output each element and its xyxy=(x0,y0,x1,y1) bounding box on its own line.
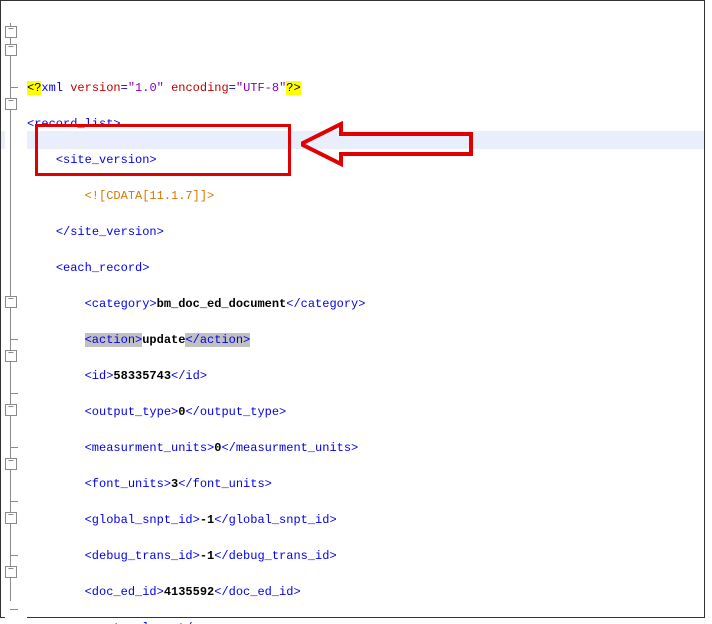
code-editor-frame: <?xml version="1.0" encoding="UTF-8"?> <… xyxy=(0,0,705,618)
fold-icon[interactable] xyxy=(5,566,17,578)
fold-icon[interactable] xyxy=(5,98,17,110)
code-line[interactable]: <font_units>3</font_units> xyxy=(27,475,700,493)
code-line[interactable]: <category>bm_doc_ed_document</category> xyxy=(27,295,700,313)
code-line[interactable]: <id>58335743</id> xyxy=(27,367,700,385)
code-line[interactable]: <output_type>0</output_type> xyxy=(27,403,700,421)
fold-gutter xyxy=(5,5,27,624)
fold-icon[interactable] xyxy=(5,350,17,362)
fold-icon[interactable] xyxy=(5,404,17,416)
code-line[interactable]: <doc_ed_id>4135592</doc_ed_id> xyxy=(27,583,700,601)
fold-icon[interactable] xyxy=(5,26,17,38)
fold-icon[interactable] xyxy=(5,512,17,524)
code-line[interactable]: <debug_trans_id>-1</debug_trans_id> xyxy=(27,547,700,565)
code-line[interactable]: <site_version> xyxy=(27,151,700,169)
code-line[interactable]: <each_record> xyxy=(27,259,700,277)
fold-icon[interactable] xyxy=(5,44,17,56)
fold-icon[interactable] xyxy=(5,458,17,470)
code-line[interactable]: <measurment_units>0</measurment_units> xyxy=(27,439,700,457)
fold-icon[interactable] xyxy=(5,296,17,308)
code-line[interactable]: <record_list> xyxy=(27,115,700,133)
xml-code-editor[interactable]: <?xml version="1.0" encoding="UTF-8"?> <… xyxy=(5,5,700,624)
code-line[interactable]: <global_snpt_id>-1</global_snpt_id> xyxy=(27,511,700,529)
code-line[interactable]: <![CDATA[11.1.7]]> xyxy=(27,187,700,205)
code-line[interactable]: <action>update</action> xyxy=(27,331,700,349)
code-line[interactable]: </site_version> xyxy=(27,223,700,241)
code-line[interactable]: <?xml version="1.0" encoding="UTF-8"?> xyxy=(27,79,700,97)
code-line[interactable]: <custom_layout/> xyxy=(27,619,700,624)
